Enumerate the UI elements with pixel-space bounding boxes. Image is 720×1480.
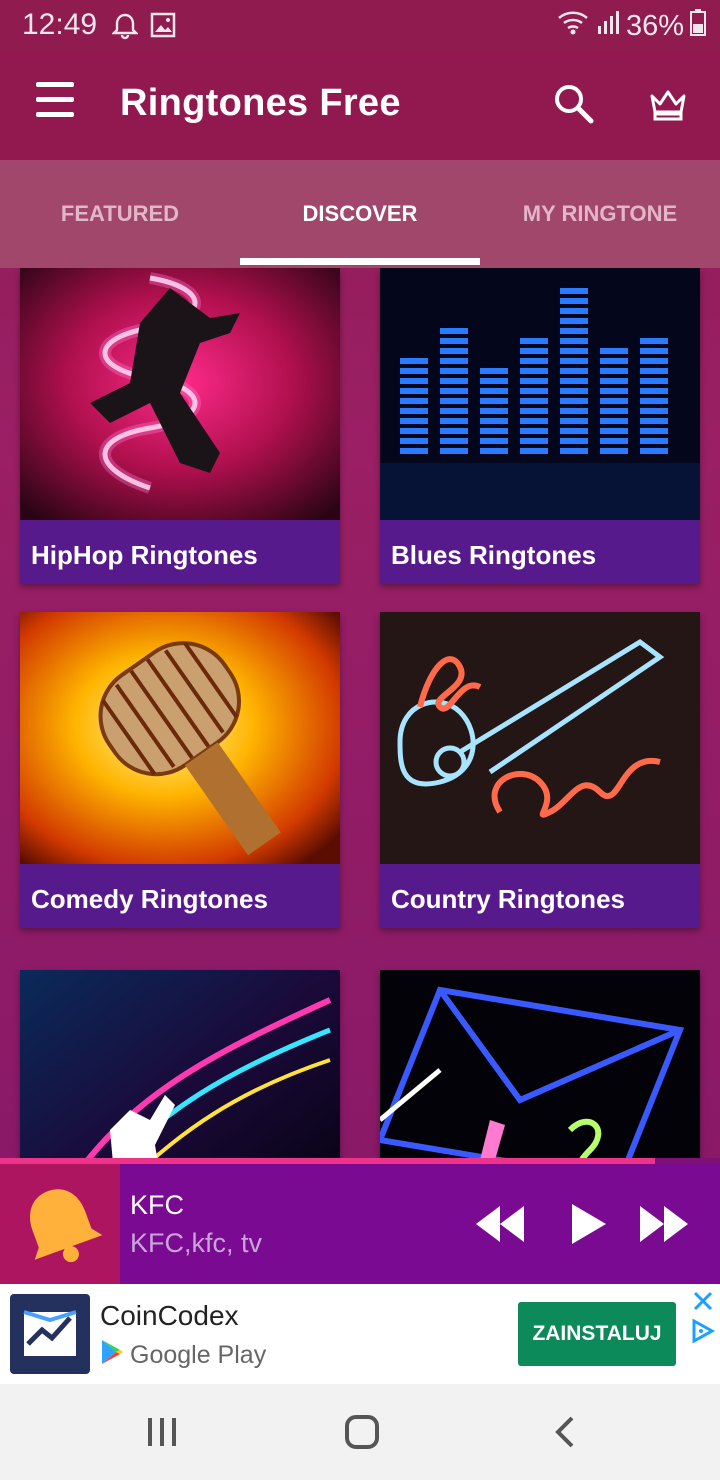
- bell-icon: [0, 1164, 120, 1284]
- ad-banner[interactable]: CoinCodex Google Play ZAINSTALUJ: [0, 1284, 720, 1384]
- category-image: [20, 612, 340, 864]
- category-card-hiphop[interactable]: HipHop Ringtones: [20, 268, 340, 584]
- image-icon: [150, 12, 176, 43]
- app-bar: Ringtones Free: [0, 52, 720, 160]
- recent-apps-icon[interactable]: [146, 1414, 178, 1455]
- menu-icon[interactable]: [30, 82, 82, 130]
- battery-level: 36%: [625, 9, 684, 42]
- wifi-icon: [556, 8, 590, 44]
- category-label: Blues Ringtones: [380, 520, 700, 584]
- signal-icon: [596, 8, 620, 44]
- coincodex-logo-icon: [10, 1294, 90, 1374]
- player-subtitle: KFC,kfc, tv: [130, 1228, 263, 1258]
- app-title: Ringtones Free: [120, 82, 401, 124]
- category-image: [380, 970, 700, 1164]
- crown-icon[interactable]: [648, 84, 696, 132]
- category-card-country[interactable]: Country Ringtones: [380, 612, 700, 928]
- status-time: 12:49: [22, 8, 98, 41]
- rewind-icon[interactable]: [474, 1200, 526, 1253]
- category-card-comedy[interactable]: Comedy Ringtones: [20, 612, 340, 928]
- tab-discover[interactable]: DISCOVER: [240, 160, 480, 268]
- category-label: Comedy Ringtones: [20, 864, 340, 928]
- tab-indicator: [240, 258, 480, 265]
- battery-icon: [690, 8, 706, 44]
- home-icon[interactable]: [344, 1414, 380, 1455]
- tab-featured[interactable]: FEATURED: [0, 160, 240, 268]
- category-card-sms[interactable]: [380, 970, 700, 1164]
- status-bar: 12:49 36%: [0, 0, 720, 52]
- category-image: [380, 612, 700, 864]
- google-play-icon: [100, 1338, 124, 1373]
- install-button[interactable]: ZAINSTALUJ: [518, 1302, 676, 1366]
- close-icon[interactable]: [692, 1290, 714, 1317]
- bell-icon: [111, 12, 139, 45]
- ad-store: Google Play: [100, 1338, 266, 1373]
- category-image: [20, 970, 340, 1164]
- category-card-dance[interactable]: [20, 970, 340, 1164]
- back-icon[interactable]: [552, 1414, 576, 1455]
- system-nav-bar: [0, 1384, 720, 1480]
- category-image: [20, 268, 340, 520]
- category-label: HipHop Ringtones: [20, 520, 340, 584]
- category-image: [380, 268, 700, 520]
- play-icon[interactable]: [568, 1202, 608, 1251]
- mini-player[interactable]: KFC KFC,kfc, tv: [0, 1164, 720, 1284]
- app-screen: 12:49 36% Ringtones Free FEATURED DISCOV…: [0, 0, 720, 1480]
- tab-my-ringtone[interactable]: MY RINGTONE: [480, 160, 720, 268]
- tab-bar: FEATURED DISCOVER MY RINGTONE: [0, 160, 720, 268]
- adchoices-icon[interactable]: [690, 1318, 716, 1349]
- category-grid[interactable]: HipHop Ringtones Blues Ringtones Comedy …: [0, 268, 720, 1164]
- category-card-blues[interactable]: Blues Ringtones: [380, 268, 700, 584]
- ad-store-label: Google Play: [130, 1341, 267, 1369]
- category-label: Country Ringtones: [380, 864, 700, 928]
- search-icon[interactable]: [552, 82, 600, 130]
- ad-title: CoinCodex: [100, 1300, 239, 1331]
- fast-forward-icon[interactable]: [638, 1200, 690, 1253]
- player-title: KFC: [130, 1190, 184, 1220]
